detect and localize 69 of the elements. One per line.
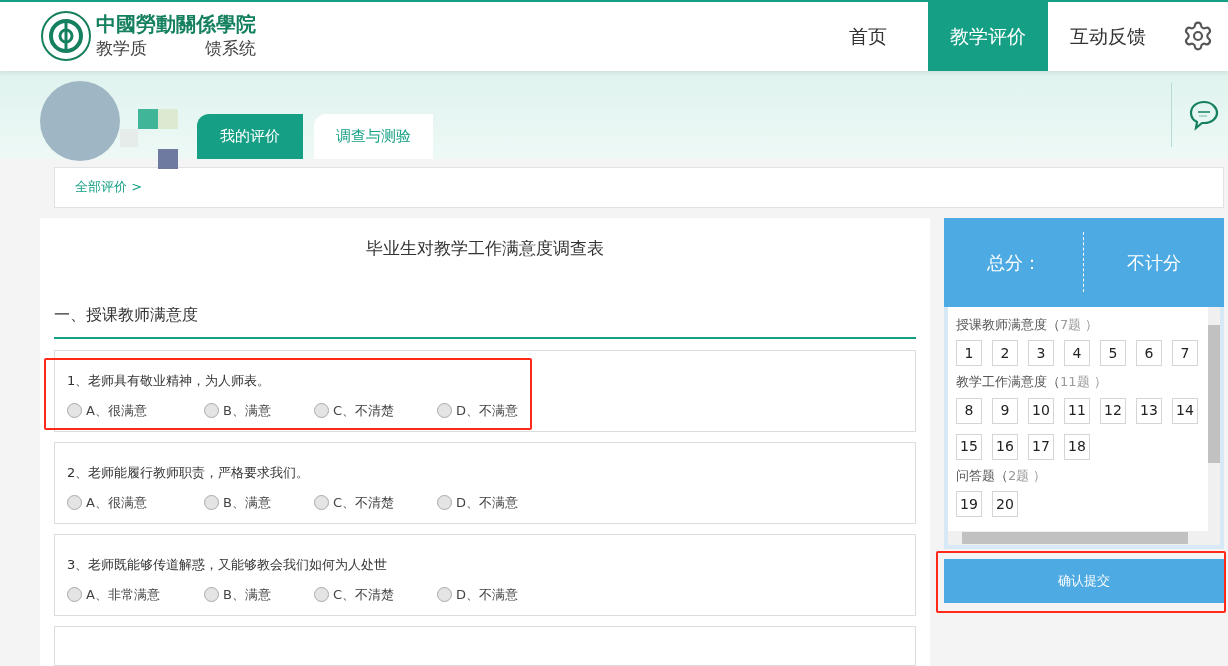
question-text: 2、老师能履行教师职责，严格要求我们。 <box>67 464 311 482</box>
group-title: 教学工作满意度（ <box>956 373 1060 391</box>
bracket: ） <box>1093 373 1107 391</box>
bracket: ） <box>1033 466 1047 485</box>
question-number[interactable]: 12 <box>1100 397 1126 424</box>
option-label: D、不满意 <box>456 401 518 420</box>
question-number[interactable]: 13 <box>1136 397 1162 424</box>
question-number[interactable]: 4 <box>1064 340 1090 366</box>
question-count: 11题 <box>1060 373 1090 391</box>
option-label: B、满意 <box>223 401 271 420</box>
college-seal-logo <box>40 10 92 63</box>
question-text: 3、老师既能够传道解惑，又能够教会我们如何为人处世 <box>67 556 389 574</box>
question-number[interactable]: 2 <box>992 340 1018 366</box>
radio-button[interactable] <box>67 494 82 510</box>
question-number[interactable]: 14 <box>1172 397 1198 424</box>
radio-button[interactable] <box>67 586 82 602</box>
question-number[interactable]: 11 <box>1064 397 1090 424</box>
question-count: 2题 <box>1008 466 1030 485</box>
option-label: B、满意 <box>223 493 271 512</box>
option-label: D、不满意 <box>456 493 518 512</box>
option-label: C、不清楚 <box>333 585 395 604</box>
score-label: 总分： <box>985 250 1042 275</box>
system-name: 馈系统 <box>205 36 256 60</box>
radio-button[interactable] <box>437 494 452 510</box>
question-number[interactable]: 9 <box>992 397 1018 424</box>
vertical-scrollbar[interactable] <box>1208 306 1220 531</box>
question-text: 1、老师具有敬业精神，为人师表。 <box>67 372 272 390</box>
radio-button[interactable] <box>67 402 82 418</box>
option-label: A、非常满意 <box>86 585 160 604</box>
group-title: 授课教师满意度（ <box>956 315 1060 334</box>
option-label: A、很满意 <box>86 401 147 420</box>
nav-tab[interactable]: 首页 <box>808 2 928 71</box>
option-label: C、不清楚 <box>333 401 395 420</box>
option-label: D、不满意 <box>456 585 518 604</box>
radio-button[interactable] <box>437 586 452 602</box>
option-label: C、不清楚 <box>333 493 395 512</box>
chat-bubble-icon[interactable] <box>1188 98 1220 131</box>
college-name: 中國勞動關係學院 <box>96 11 256 36</box>
question-number[interactable]: 1 <box>956 340 982 366</box>
question-number[interactable]: 19 <box>956 491 982 517</box>
question-number[interactable]: 15 <box>956 433 982 460</box>
question-number[interactable]: 8 <box>956 397 982 424</box>
radio-button[interactable] <box>314 586 329 602</box>
section-heading: 一、授课教师满意度 <box>54 304 199 326</box>
question-count: 7题 <box>1060 315 1082 334</box>
nav-tab[interactable]: 互动反馈 <box>1048 2 1168 71</box>
question-number[interactable]: 18 <box>1064 433 1090 460</box>
radio-button[interactable] <box>204 494 219 510</box>
question-number[interactable]: 16 <box>992 433 1018 460</box>
bracket: ） <box>1085 315 1099 334</box>
question-number[interactable]: 5 <box>1100 340 1126 366</box>
score-value: 不计分 <box>1126 250 1182 275</box>
option-label: A、很满意 <box>86 493 147 512</box>
radio-button[interactable] <box>314 402 329 418</box>
system-name: 教学质 <box>96 36 147 60</box>
question-number[interactable]: 10 <box>1028 397 1054 424</box>
radio-button[interactable] <box>204 586 219 602</box>
question-number[interactable]: 6 <box>1136 340 1162 366</box>
option-label: B、满意 <box>223 585 271 604</box>
radio-button[interactable] <box>204 402 219 418</box>
question-number[interactable]: 7 <box>1172 340 1198 366</box>
question-number[interactable]: 17 <box>1028 433 1054 460</box>
question-number[interactable]: 20 <box>992 491 1018 517</box>
group-title: 问答题（ <box>956 466 1008 485</box>
question-number[interactable]: 3 <box>1028 340 1054 366</box>
radio-button[interactable] <box>437 402 452 418</box>
horizontal-scrollbar[interactable] <box>948 530 1220 545</box>
survey-title: 毕业生对教学工作满意度调查表 <box>365 236 605 260</box>
radio-button[interactable] <box>314 494 329 510</box>
